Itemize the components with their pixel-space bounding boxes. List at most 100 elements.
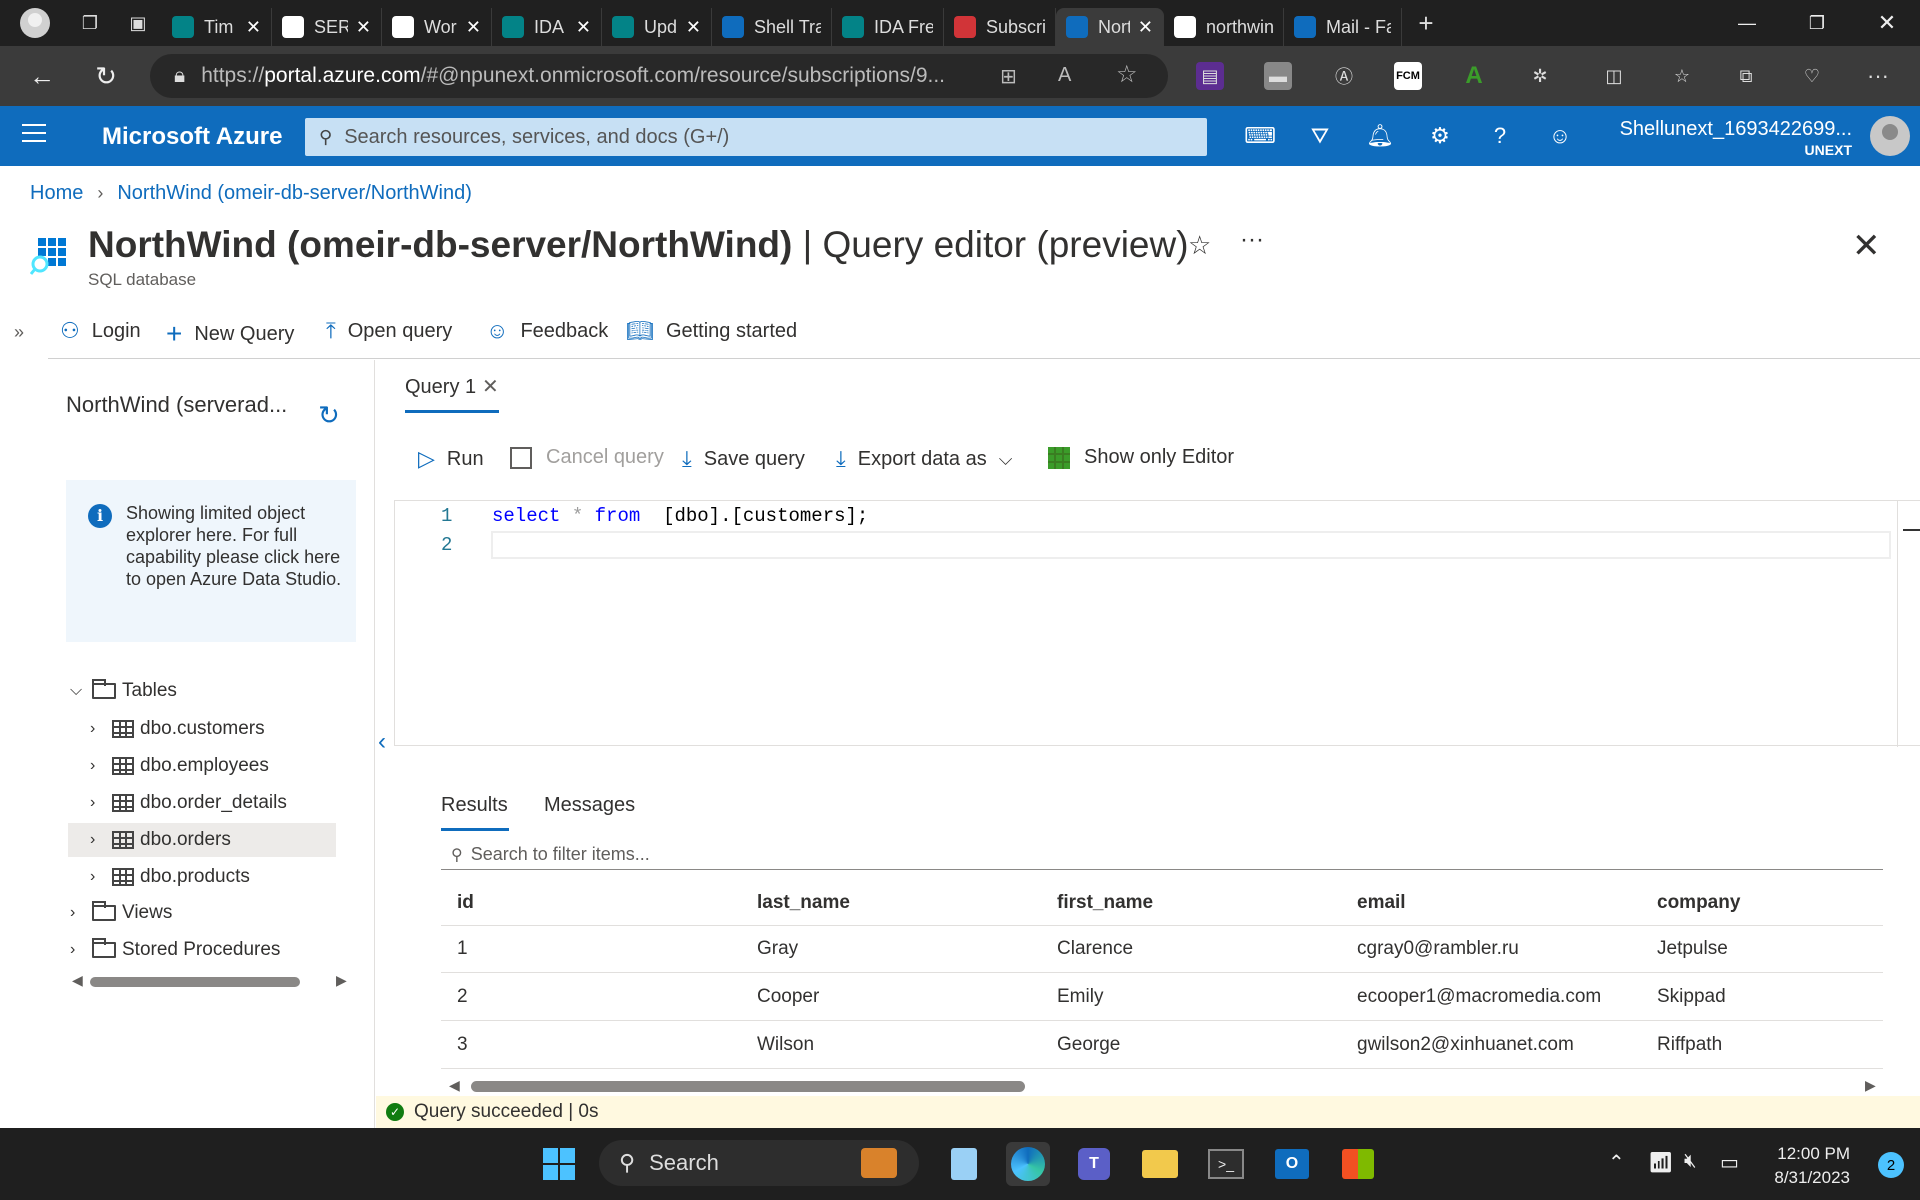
notepad-icon[interactable] bbox=[942, 1142, 986, 1186]
refresh-page-icon[interactable]: ↻ bbox=[74, 46, 138, 106]
read-aloud-icon[interactable]: A bbox=[1058, 64, 1071, 87]
help-icon[interactable]: ? bbox=[1484, 120, 1516, 152]
table-row[interactable]: 2 Cooper Emily ecooper1@macromedia.com Skipp… bbox=[441, 974, 1883, 1021]
favorite-star-icon[interactable]: ☆ bbox=[1116, 60, 1138, 89]
filter-input[interactable] bbox=[470, 844, 1771, 865]
results-scrollbar[interactable]: ◀ ▶ bbox=[441, 1077, 1883, 1094]
minimize-button[interactable]: — bbox=[1712, 0, 1782, 46]
browser-tab[interactable]: Nort ✕ bbox=[1056, 8, 1164, 46]
cloud-shell-icon[interactable]: ⌨ bbox=[1244, 120, 1276, 152]
close-tab-icon[interactable]: ✕ bbox=[1138, 17, 1153, 38]
collections-icon[interactable]: ⧉ bbox=[1732, 62, 1760, 90]
close-window-button[interactable]: ✕ bbox=[1852, 0, 1920, 46]
scroll-right-icon[interactable]: ▶ bbox=[1865, 1077, 1876, 1094]
terminal-icon[interactable]: >_ bbox=[1204, 1142, 1248, 1186]
teams-icon[interactable]: T bbox=[1072, 1142, 1116, 1186]
browser-tab[interactable]: Tim ✕ bbox=[162, 8, 272, 46]
show-only-editor-button[interactable]: Show only Editor bbox=[1048, 446, 1234, 469]
new-query-button[interactable]: + New Query bbox=[166, 318, 294, 350]
global-search-input[interactable] bbox=[344, 125, 1165, 149]
profile-avatar[interactable] bbox=[20, 8, 50, 38]
save-query-button[interactable]: ⤓ Save query bbox=[682, 446, 805, 472]
volume-muted-icon[interactable]: 🔇︎ bbox=[1684, 1150, 1697, 1173]
settings-more-icon[interactable]: ··· bbox=[1864, 62, 1892, 90]
browser-tab[interactable]: Wor ✕ bbox=[382, 8, 492, 46]
outlook-icon[interactable]: O bbox=[1270, 1142, 1314, 1186]
tab-messages[interactable]: Messages bbox=[544, 794, 635, 817]
close-tab-icon[interactable]: ✕ bbox=[466, 17, 481, 38]
feedback-button[interactable]: ☺ Feedback bbox=[486, 318, 608, 344]
table-row[interactable]: 3 Wilson George gwilson2@xinhuanet.com Riffp… bbox=[441, 1022, 1883, 1069]
column-header[interactable]: first_name bbox=[1057, 892, 1153, 914]
close-tab-icon[interactable]: ✕ bbox=[356, 17, 371, 38]
collapse-explorer-icon[interactable]: ‹ bbox=[378, 728, 386, 756]
more-options-icon[interactable]: ··· bbox=[1240, 226, 1264, 254]
settings-gear-icon[interactable]: ⚙ bbox=[1424, 120, 1456, 152]
tab-results[interactable]: Results bbox=[441, 794, 508, 817]
wifi-icon[interactable]: 📶︎ bbox=[1648, 1150, 1673, 1175]
browser-tab[interactable]: Mail - Fa bbox=[1284, 8, 1402, 46]
tree-table-item[interactable]: › dbo.orders bbox=[68, 823, 336, 857]
favorite-star-icon[interactable]: ☆ bbox=[1188, 230, 1211, 261]
account-avatar[interactable] bbox=[1870, 116, 1910, 156]
code-line[interactable]: select * from [dbo].[customers]; bbox=[492, 505, 868, 527]
close-tab-icon[interactable]: ✕ bbox=[686, 17, 701, 38]
close-tab-icon[interactable]: ✕ bbox=[482, 374, 499, 399]
tab-actions-icon[interactable]: ▣ bbox=[114, 0, 162, 46]
feedback-person-icon[interactable]: ☺ bbox=[1544, 120, 1576, 152]
extensions-puzzle-icon[interactable]: ✲ bbox=[1526, 62, 1554, 90]
browser-tab[interactable]: SER ✕ bbox=[272, 8, 382, 46]
open-query-button[interactable]: ⤒ Open query bbox=[326, 318, 452, 344]
info-banner[interactable]: i Showing limited object explorer here. … bbox=[66, 480, 356, 642]
restore-button[interactable]: ❐ bbox=[1782, 0, 1852, 46]
extension-icon[interactable]: ▤ bbox=[1196, 62, 1224, 90]
tree-procedures-folder[interactable]: › Stored Procedures bbox=[70, 933, 280, 967]
close-blade-icon[interactable]: ✕ bbox=[1852, 226, 1881, 266]
notification-badge[interactable]: 2 bbox=[1878, 1152, 1904, 1178]
expand-menu-icon[interactable]: » bbox=[14, 322, 24, 343]
app-available-icon[interactable]: ⊞ bbox=[1000, 64, 1017, 89]
explorer-scrollbar[interactable]: ◀ ▶ bbox=[68, 972, 350, 990]
tree-tables-folder[interactable]: ⌵ Tables bbox=[70, 674, 177, 708]
scroll-thumb[interactable] bbox=[471, 1081, 1025, 1092]
edge-browser-icon[interactable] bbox=[1006, 1142, 1050, 1186]
browser-tab[interactable]: Upd ✕ bbox=[602, 8, 712, 46]
chevron-up-icon[interactable]: ⌃ bbox=[1608, 1150, 1625, 1175]
close-tab-icon[interactable]: ✕ bbox=[576, 17, 591, 38]
run-button[interactable]: ▷ Run bbox=[418, 446, 484, 472]
taskbar-search[interactable]: ⚲ Search bbox=[599, 1140, 919, 1186]
tree-table-item[interactable]: › dbo.products bbox=[68, 860, 336, 894]
scroll-left-icon[interactable]: ◀ bbox=[449, 1077, 460, 1094]
column-header[interactable]: id bbox=[457, 892, 474, 914]
code-editor[interactable]: 1 2 select * from [dbo].[customers]; bbox=[394, 500, 1920, 747]
tab-query-1[interactable]: Query 1 bbox=[405, 376, 476, 399]
table-row[interactable]: 1 Gray Clarence cgray0@rambler.ru Jetpulse bbox=[441, 926, 1883, 973]
column-header[interactable]: email bbox=[1357, 892, 1406, 914]
breadcrumb-home[interactable]: Home bbox=[30, 182, 83, 205]
back-icon[interactable]: ← bbox=[10, 46, 74, 106]
clock[interactable]: 12:00 PM 8/31/2023 bbox=[1774, 1142, 1850, 1190]
global-search[interactable]: ⚲ bbox=[305, 118, 1207, 156]
tree-table-item[interactable]: › dbo.order_details bbox=[68, 786, 336, 820]
browser-tab[interactable]: IDA ✕ bbox=[492, 8, 602, 46]
portal-menu-icon[interactable] bbox=[22, 124, 46, 148]
workspaces-icon[interactable]: ❐ bbox=[66, 0, 114, 46]
browser-tab[interactable]: Shell Trai bbox=[712, 8, 832, 46]
file-explorer-icon[interactable] bbox=[1138, 1142, 1182, 1186]
column-header[interactable]: last_name bbox=[757, 892, 850, 914]
scroll-left-icon[interactable]: ◀ bbox=[72, 972, 83, 989]
directory-filter-icon[interactable]: ⛛ bbox=[1304, 120, 1336, 152]
scroll-right-icon[interactable]: ▶ bbox=[336, 972, 347, 989]
account-name[interactable]: Shellunext_1693422699... bbox=[1620, 118, 1852, 141]
login-button[interactable]: ⚇ Login bbox=[60, 318, 141, 344]
notifications-bell-icon[interactable]: 🔔︎ bbox=[1364, 120, 1396, 152]
extension-icon[interactable]: FCM bbox=[1394, 62, 1422, 90]
getting-started-button[interactable]: 📖︎ Getting started bbox=[626, 318, 797, 344]
cancel-query-button[interactable]: Cancel query bbox=[510, 446, 664, 469]
browser-tab[interactable]: Subscript bbox=[944, 8, 1056, 46]
refresh-icon[interactable]: ↻ bbox=[318, 400, 340, 431]
extension-icon[interactable]: ▬ bbox=[1264, 62, 1292, 90]
extension-icon[interactable]: Ⓐ bbox=[1330, 62, 1358, 90]
tree-table-item[interactable]: › dbo.employees bbox=[68, 749, 336, 783]
scroll-thumb[interactable] bbox=[90, 977, 300, 987]
